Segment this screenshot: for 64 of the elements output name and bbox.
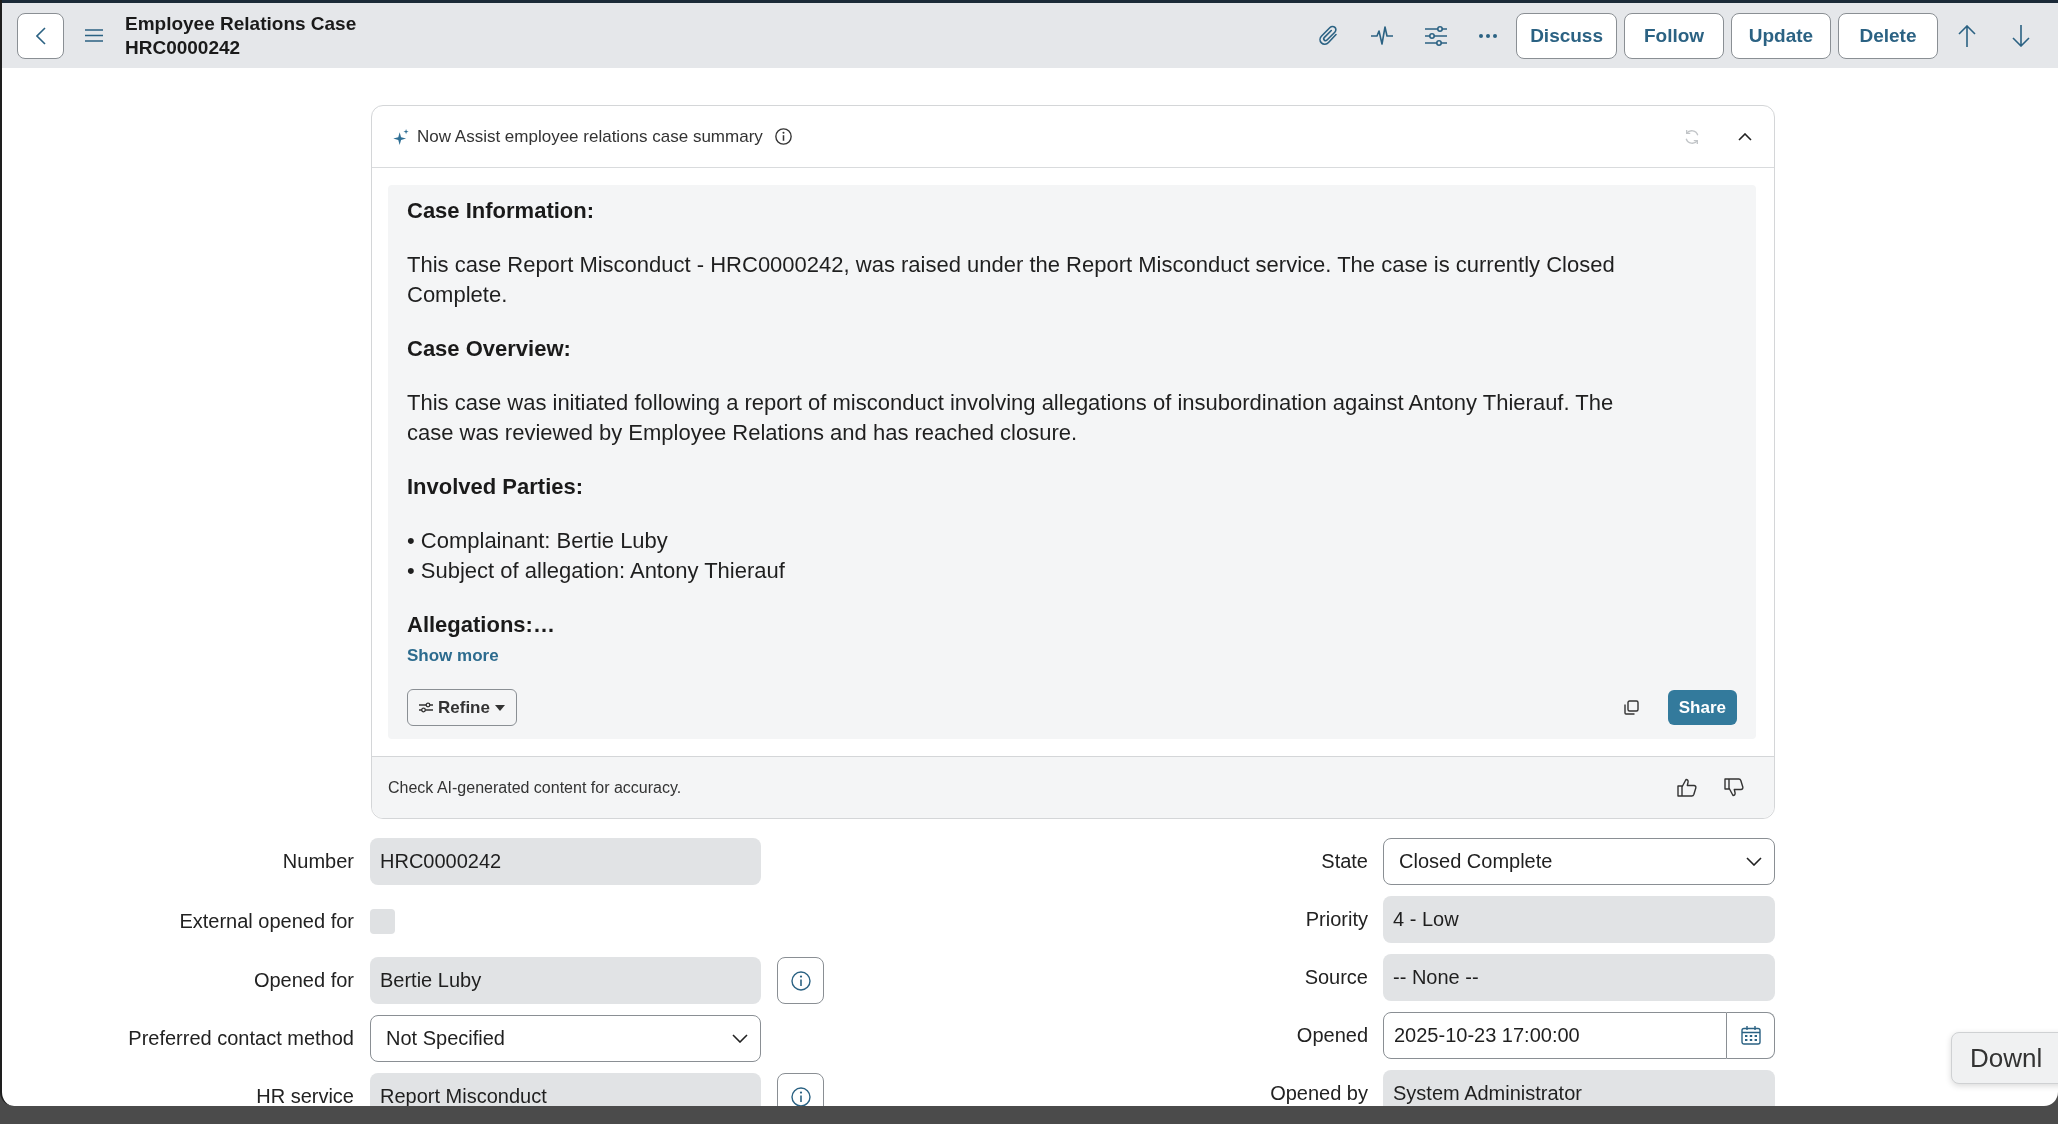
- section-heading: Involved Parties:: [407, 473, 585, 501]
- summary-paragraph: This case was initiated following a report of misconduct involving allegations of insubordination against Antony Thierauf. The case was reviewed by Employee Relations and has reached closure.: [407, 389, 1615, 447]
- section-heading: Allegations:…: [407, 611, 556, 639]
- field-label: HR service: [255, 1085, 354, 1106]
- text-field[interactable]: HRC0000242: [370, 838, 761, 885]
- caret-down-icon: [494, 704, 505, 711]
- action-button[interactable]: Follow: [1624, 12, 1724, 59]
- date-field[interactable]: 2025-10-23 17:00:00: [1383, 1012, 1727, 1059]
- field-label: State: [1320, 850, 1368, 873]
- pulse-icon[interactable]: [1371, 25, 1394, 46]
- section-heading: Case Information:: [407, 197, 596, 225]
- dropdown-field[interactable]: Closed Complete: [1383, 838, 1775, 885]
- field-label: Priority: [1304, 908, 1368, 931]
- arrow-down-icon[interactable]: [2012, 24, 2030, 47]
- calendar-icon: [1740, 1026, 1761, 1045]
- list-item: • Subject of allegation: Antony Thierauf: [407, 557, 786, 585]
- info-icon: [790, 1086, 811, 1106]
- refine-button[interactable]: Refine: [407, 689, 517, 726]
- checkbox[interactable]: [370, 908, 395, 934]
- show-more-link[interactable]: Show more: [407, 645, 499, 667]
- back-button[interactable]: [17, 12, 64, 59]
- chevron-left-icon: [35, 26, 46, 45]
- tooltip: Downl: [1951, 1032, 2058, 1084]
- chevron-down-icon: [732, 1034, 748, 1043]
- field-label: Preferred contact method: [127, 1027, 354, 1050]
- share-button[interactable]: Share: [1667, 690, 1737, 725]
- action-button[interactable]: Discuss: [1516, 12, 1617, 59]
- text-field[interactable]: 4 - Low: [1383, 896, 1775, 943]
- summary-paragraph: This case Report Misconduct - HRC0000242, was raised under the Report Misconduct service. The case is currently Closed Complete.: [407, 251, 1616, 309]
- field-label: Source: [1303, 966, 1368, 989]
- sparkle-icon: [393, 128, 409, 145]
- record-title: Employee Relations Case: [125, 11, 357, 36]
- info-icon: [790, 970, 811, 991]
- field-label: Opened: [1295, 1024, 1368, 1047]
- thumbs-up-icon[interactable]: [1677, 778, 1697, 797]
- sliders-icon[interactable]: [1425, 25, 1448, 46]
- text-field[interactable]: -- None --: [1383, 954, 1775, 1001]
- more-icon[interactable]: [1479, 33, 1498, 38]
- dropdown-field[interactable]: Not Specified: [370, 1015, 761, 1062]
- chevron-up-icon[interactable]: [1738, 132, 1752, 141]
- field-label: Opened for: [252, 969, 354, 992]
- info-icon[interactable]: [774, 128, 792, 145]
- section-heading: Case Overview:: [407, 335, 572, 363]
- action-button[interactable]: Update: [1731, 12, 1831, 59]
- disclaimer-text: Check AI-generated content for accuracy.: [388, 778, 682, 797]
- arrow-up-icon[interactable]: [1958, 24, 1976, 47]
- text-field[interactable]: Bertie Luby: [370, 957, 761, 1004]
- text-field[interactable]: System Administrator: [1383, 1070, 1775, 1106]
- action-button[interactable]: Delete: [1838, 12, 1938, 59]
- record-number: HRC0000242: [125, 35, 242, 60]
- field-label: Opened by: [1269, 1082, 1368, 1105]
- copy-icon[interactable]: [1623, 700, 1639, 715]
- menu-icon[interactable]: [85, 29, 103, 42]
- list-item: • Complainant: Bertie Luby: [407, 527, 669, 555]
- sliders-icon: [419, 702, 433, 713]
- field-label: Number: [281, 850, 354, 873]
- info-button[interactable]: [777, 957, 824, 1004]
- info-button[interactable]: [777, 1073, 824, 1106]
- calendar-button[interactable]: [1727, 1012, 1775, 1059]
- field-label: External opened for: [178, 909, 354, 933]
- summary-title: Now Assist employee relations case summary: [417, 126, 763, 147]
- paperclip-icon[interactable]: [1319, 24, 1340, 47]
- chevron-down-icon: [1746, 857, 1762, 866]
- thumbs-down-icon[interactable]: [1724, 778, 1744, 797]
